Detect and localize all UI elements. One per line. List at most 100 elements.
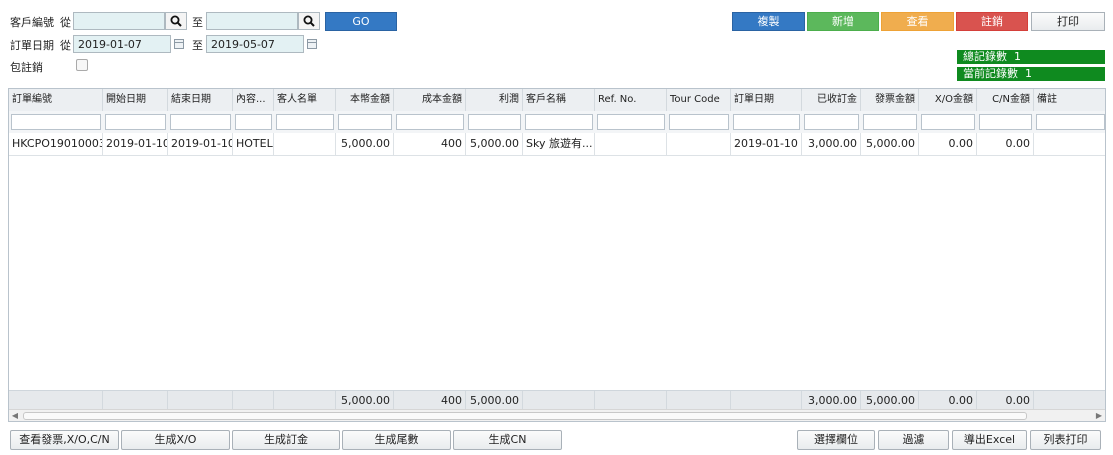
column-header[interactable]: 訂單編號 [9, 89, 103, 111]
total-cell [595, 391, 667, 410]
table-cell [274, 133, 336, 155]
column-header[interactable]: 結束日期 [168, 89, 233, 111]
grid-filter-row [9, 111, 1105, 134]
column-filter-input[interactable] [921, 114, 975, 130]
column-header[interactable]: 內容... [233, 89, 274, 111]
column-header[interactable]: 已收訂金 [802, 89, 861, 111]
scroll-right-icon[interactable]: ▶ [1093, 410, 1105, 421]
column-header[interactable]: Tour Code [667, 89, 731, 111]
select-columns-button[interactable]: 選擇欄位 [797, 430, 875, 450]
order-date-to-calendar-button[interactable] [305, 35, 319, 53]
column-header[interactable]: 備註 [1034, 89, 1105, 111]
total-cell [731, 391, 802, 410]
column-header[interactable]: 發票金額 [861, 89, 919, 111]
column-header[interactable]: 利潤 [466, 89, 523, 111]
include-cancelled-label: 包註銷 [10, 61, 43, 74]
total-cell [667, 391, 731, 410]
to-label: 至 [192, 16, 203, 29]
total-records-value: 1 [1014, 50, 1021, 63]
generate-cn-button[interactable]: 生成CN [453, 430, 562, 450]
customer-from-input[interactable] [73, 12, 165, 30]
from-label: 從 [60, 39, 71, 52]
column-header[interactable]: 成本金額 [394, 89, 466, 111]
column-filter-input[interactable] [979, 114, 1032, 130]
scroll-left-icon[interactable]: ◀ [9, 410, 21, 421]
generate-deposit-button[interactable]: 生成訂金 [232, 430, 340, 450]
total-cell [103, 391, 168, 410]
column-filter-input[interactable] [396, 114, 464, 130]
column-header[interactable]: 本幣金額 [336, 89, 394, 111]
total-records-counter: 總記錄數 1 [957, 50, 1105, 64]
column-filter-input[interactable] [863, 114, 917, 130]
column-filter-input[interactable] [1036, 114, 1105, 130]
table-cell: 0.00 [919, 133, 977, 155]
table-cell: 400 [394, 133, 466, 155]
column-filter-input[interactable] [468, 114, 521, 130]
copy-button[interactable]: 複製 [732, 12, 805, 31]
customer-label: 客戶編號 [10, 16, 54, 29]
table-cell [1034, 133, 1105, 155]
filter-button[interactable]: 過濾 [878, 430, 949, 450]
total-cell [523, 391, 595, 410]
total-cell [1034, 391, 1105, 410]
column-header[interactable]: 開始日期 [103, 89, 168, 111]
list-print-button[interactable]: 列表打印 [1030, 430, 1101, 450]
include-cancelled-checkbox[interactable] [76, 59, 88, 71]
customer-from-search-button[interactable] [165, 12, 187, 30]
calendar-icon [174, 39, 184, 49]
search-icon [303, 15, 315, 27]
generate-balance-button[interactable]: 生成尾數 [342, 430, 451, 450]
total-cell: 5,000.00 [336, 391, 394, 410]
total-cell: 0.00 [977, 391, 1034, 410]
column-filter-input[interactable] [733, 114, 800, 130]
column-filter-input[interactable] [11, 114, 101, 130]
table-cell: 5,000.00 [336, 133, 394, 155]
grid-totals-row: 5,000.00 400 5,000.00 3,000.00 5,000.00 … [9, 390, 1105, 410]
column-filter-input[interactable] [105, 114, 166, 130]
to-label: 至 [192, 39, 203, 52]
generate-xo-button[interactable]: 生成X/O [121, 430, 230, 450]
column-filter-input[interactable] [597, 114, 665, 130]
column-filter-input[interactable] [669, 114, 729, 130]
horizontal-scrollbar[interactable]: ◀ ▶ [9, 409, 1105, 421]
view-invoice-xo-cn-button[interactable]: 查看發票,X/O,C/N [10, 430, 119, 450]
column-filter-input[interactable] [235, 114, 272, 130]
column-header[interactable]: Ref. No. [595, 89, 667, 111]
total-cell: 3,000.00 [802, 391, 861, 410]
go-button[interactable]: GO [325, 12, 397, 31]
table-cell: HKCPO19010003 [9, 133, 103, 155]
total-cell [233, 391, 274, 410]
order-date-from-input[interactable] [73, 35, 171, 53]
column-header[interactable]: 訂單日期 [731, 89, 802, 111]
scrollbar-thumb[interactable] [23, 412, 1027, 420]
table-cell: 2019-01-10 [731, 133, 802, 155]
column-filter-input[interactable] [170, 114, 231, 130]
new-button[interactable]: 新增 [807, 12, 879, 31]
table-cell [595, 133, 667, 155]
total-cell [168, 391, 233, 410]
print-button[interactable]: 打印 [1031, 12, 1105, 31]
search-icon [170, 15, 182, 27]
column-header[interactable]: X/O金額 [919, 89, 977, 111]
column-filter-input[interactable] [276, 114, 334, 130]
column-header[interactable]: 客戶名稱 [523, 89, 595, 111]
table-cell: 2019-01-10 [103, 133, 168, 155]
view-button[interactable]: 查看 [881, 12, 954, 31]
column-header[interactable]: C/N金額 [977, 89, 1034, 111]
order-date-label: 訂單日期 [10, 39, 54, 52]
customer-to-input[interactable] [206, 12, 298, 30]
customer-to-search-button[interactable] [298, 12, 320, 30]
order-date-from-calendar-button[interactable] [172, 35, 186, 53]
column-filter-input[interactable] [338, 114, 392, 130]
order-date-to-input[interactable] [206, 35, 304, 53]
calendar-icon [307, 39, 317, 49]
table-cell: 5,000.00 [466, 133, 523, 155]
column-filter-input[interactable] [525, 114, 593, 130]
table-cell: Sky 旅遊有... [523, 133, 595, 155]
cancel-button[interactable]: 註銷 [956, 12, 1028, 31]
column-header[interactable]: 客人名單 [274, 89, 336, 111]
table-row[interactable]: HKCPO19010003 2019-01-10 2019-01-10 HOTE… [9, 133, 1105, 156]
current-records-counter: 當前記錄數 1 [957, 67, 1105, 81]
column-filter-input[interactable] [804, 114, 859, 130]
export-excel-button[interactable]: 導出Excel [952, 430, 1027, 450]
